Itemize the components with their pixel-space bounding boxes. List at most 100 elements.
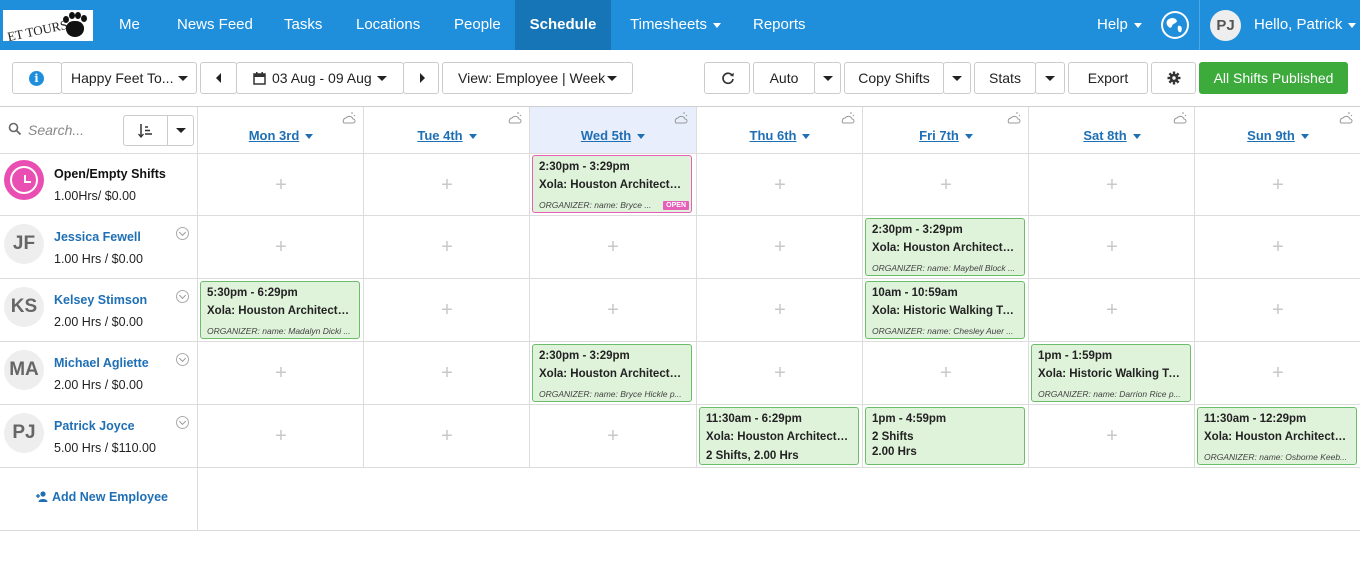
auto-button[interactable]: Auto bbox=[753, 62, 815, 94]
nav-me[interactable]: Me bbox=[119, 0, 140, 50]
previous-week-button[interactable] bbox=[200, 62, 237, 94]
open-shifts-label: Open/Empty Shifts bbox=[54, 167, 166, 181]
add-shift-button[interactable]: + bbox=[1029, 216, 1195, 278]
day-header-sat: Sat 8th bbox=[1029, 107, 1195, 153]
add-shift-button[interactable]: + bbox=[364, 342, 530, 404]
globe-icon[interactable] bbox=[1161, 11, 1189, 39]
shift-time: 1pm - 1:59pm bbox=[1038, 350, 1113, 362]
add-shift-button[interactable]: + bbox=[1029, 405, 1195, 467]
shift-card[interactable]: 11:30am - 12:29pm Xola: Houston Architec… bbox=[1197, 407, 1357, 465]
nav-tasks[interactable]: Tasks bbox=[284, 0, 322, 50]
info-icon: i bbox=[29, 71, 44, 86]
next-week-button[interactable] bbox=[403, 62, 439, 94]
user-avatar[interactable]: PJ bbox=[1210, 10, 1241, 41]
chevron-down-icon[interactable] bbox=[176, 290, 189, 303]
auto-dropdown[interactable] bbox=[814, 62, 841, 94]
add-shift-button[interactable]: + bbox=[863, 342, 1029, 404]
copy-shifts-button[interactable]: Copy Shifts bbox=[844, 62, 944, 94]
nav-people[interactable]: People bbox=[454, 0, 501, 50]
add-shift-button[interactable]: + bbox=[198, 154, 364, 216]
stats-button[interactable]: Stats bbox=[974, 62, 1036, 94]
stats-dropdown[interactable] bbox=[1035, 62, 1065, 94]
company-logo[interactable]: ET TOURS bbox=[3, 10, 93, 41]
chevron-down-icon[interactable] bbox=[176, 227, 189, 240]
chevron-down-icon bbox=[1300, 134, 1309, 140]
add-shift-button[interactable]: + bbox=[364, 154, 530, 216]
shift-card-open[interactable]: 2:30pm - 3:29pm Xola: Houston Architectu… bbox=[532, 155, 692, 213]
chevron-down-icon bbox=[823, 76, 833, 81]
shift-time: 1pm - 4:59pm bbox=[872, 413, 947, 425]
shift-card[interactable]: 1pm - 1:59pm Xola: Historic Walking Tour… bbox=[1031, 344, 1191, 402]
add-shift-button[interactable]: + bbox=[697, 279, 863, 341]
shift-card[interactable]: 10am - 10:59am Xola: Historic Walking To… bbox=[865, 281, 1025, 339]
add-shift-button[interactable]: + bbox=[530, 279, 696, 341]
add-shift-button[interactable]: + bbox=[697, 342, 863, 404]
chevron-down-icon bbox=[964, 134, 973, 140]
add-shift-button[interactable]: + bbox=[1029, 154, 1195, 216]
add-shift-button[interactable]: + bbox=[198, 405, 364, 467]
day-label-mon[interactable]: Mon 3rd bbox=[198, 128, 364, 143]
nav-reports[interactable]: Reports bbox=[753, 0, 806, 50]
add-shift-button[interactable]: + bbox=[1195, 216, 1360, 278]
day-label-sat[interactable]: Sat 8th bbox=[1029, 128, 1195, 143]
chevron-down-icon[interactable] bbox=[176, 353, 189, 366]
day-label-text: Sat 8th bbox=[1083, 128, 1127, 143]
employee-name[interactable]: Patrick Joyce bbox=[54, 419, 135, 433]
shift-organizer: ORGANIZER: name: Osborne Keeb... bbox=[1204, 452, 1348, 462]
top-navigation: ET TOURS Me News Feed Tasks Locations Pe… bbox=[0, 0, 1360, 50]
employee-name[interactable]: Kelsey Stimson bbox=[54, 293, 147, 307]
chevron-down-icon bbox=[712, 22, 721, 28]
nav-schedule[interactable]: Schedule bbox=[515, 0, 611, 50]
shift-card[interactable]: 5:30pm - 6:29pm Xola: Houston Architectu… bbox=[200, 281, 360, 339]
shift-organizer: ORGANIZER: name: Darrion Rice p... bbox=[1038, 389, 1181, 399]
date-range-picker[interactable]: 03 Aug - 09 Aug bbox=[236, 62, 404, 94]
view-select[interactable]: View: Employee | Week bbox=[442, 62, 633, 94]
add-shift-button[interactable]: + bbox=[198, 216, 364, 278]
shift-card[interactable]: 1pm - 4:59pm 2 Shifts 2.00 Hrs bbox=[865, 407, 1025, 465]
employee-name[interactable]: Jessica Fewell bbox=[54, 230, 141, 244]
refresh-button[interactable] bbox=[704, 62, 750, 94]
copy-shifts-dropdown[interactable] bbox=[943, 62, 971, 94]
nav-help[interactable]: Help bbox=[1097, 0, 1142, 50]
day-header-mon: Mon 3rd bbox=[198, 107, 364, 153]
add-shift-button[interactable]: + bbox=[697, 216, 863, 278]
day-label-wed[interactable]: Wed 5th bbox=[530, 128, 696, 143]
shift-card[interactable]: 2:30pm - 3:29pm Xola: Houston Architectu… bbox=[532, 344, 692, 402]
chevron-down-icon bbox=[802, 134, 811, 140]
chevron-down-icon bbox=[607, 76, 617, 81]
add-shift-button[interactable]: + bbox=[198, 342, 364, 404]
location-select[interactable]: Happy Feet To... bbox=[61, 62, 197, 94]
add-shift-button[interactable]: + bbox=[364, 279, 530, 341]
add-shift-button[interactable]: + bbox=[1195, 342, 1360, 404]
add-shift-button[interactable]: + bbox=[364, 405, 530, 467]
info-button[interactable]: i bbox=[12, 62, 62, 94]
day-label-thu[interactable]: Thu 6th bbox=[697, 128, 863, 143]
chevron-down-icon bbox=[377, 76, 387, 81]
shift-card[interactable]: 2:30pm - 3:29pm Xola: Houston Architectu… bbox=[865, 218, 1025, 276]
add-shift-button[interactable]: + bbox=[1195, 279, 1360, 341]
add-shift-button[interactable]: + bbox=[1029, 279, 1195, 341]
chevron-down-icon[interactable] bbox=[176, 416, 189, 429]
add-shift-button[interactable]: + bbox=[530, 405, 696, 467]
day-label-fri[interactable]: Fri 7th bbox=[863, 128, 1029, 143]
user-menu[interactable]: Hello, Patrick bbox=[1254, 0, 1357, 50]
nav-news-feed[interactable]: News Feed bbox=[177, 0, 253, 50]
add-new-employee-link[interactable]: Add New Employee bbox=[36, 490, 168, 504]
add-shift-button[interactable]: + bbox=[697, 154, 863, 216]
export-button[interactable]: Export bbox=[1068, 62, 1148, 94]
all-shifts-published-button[interactable]: All Shifts Published bbox=[1199, 62, 1348, 94]
add-shift-button[interactable]: + bbox=[530, 216, 696, 278]
day-label-tue[interactable]: Tue 4th bbox=[364, 128, 530, 143]
nav-timesheets[interactable]: Timesheets bbox=[630, 0, 721, 50]
employee-name[interactable]: Michael Agliette bbox=[54, 356, 149, 370]
day-label-sun[interactable]: Sun 9th bbox=[1195, 128, 1360, 143]
add-shift-button[interactable]: + bbox=[863, 154, 1029, 216]
nav-locations[interactable]: Locations bbox=[356, 0, 420, 50]
add-shift-button[interactable]: + bbox=[364, 216, 530, 278]
day-header-tue: Tue 4th bbox=[364, 107, 530, 153]
settings-button[interactable] bbox=[1151, 62, 1196, 94]
sort-control[interactable] bbox=[123, 115, 194, 146]
shift-card[interactable]: 11:30am - 6:29pm Xola: Houston Architect… bbox=[699, 407, 859, 465]
add-shift-button[interactable]: + bbox=[1195, 154, 1360, 216]
search-input[interactable]: Search... bbox=[28, 122, 84, 138]
